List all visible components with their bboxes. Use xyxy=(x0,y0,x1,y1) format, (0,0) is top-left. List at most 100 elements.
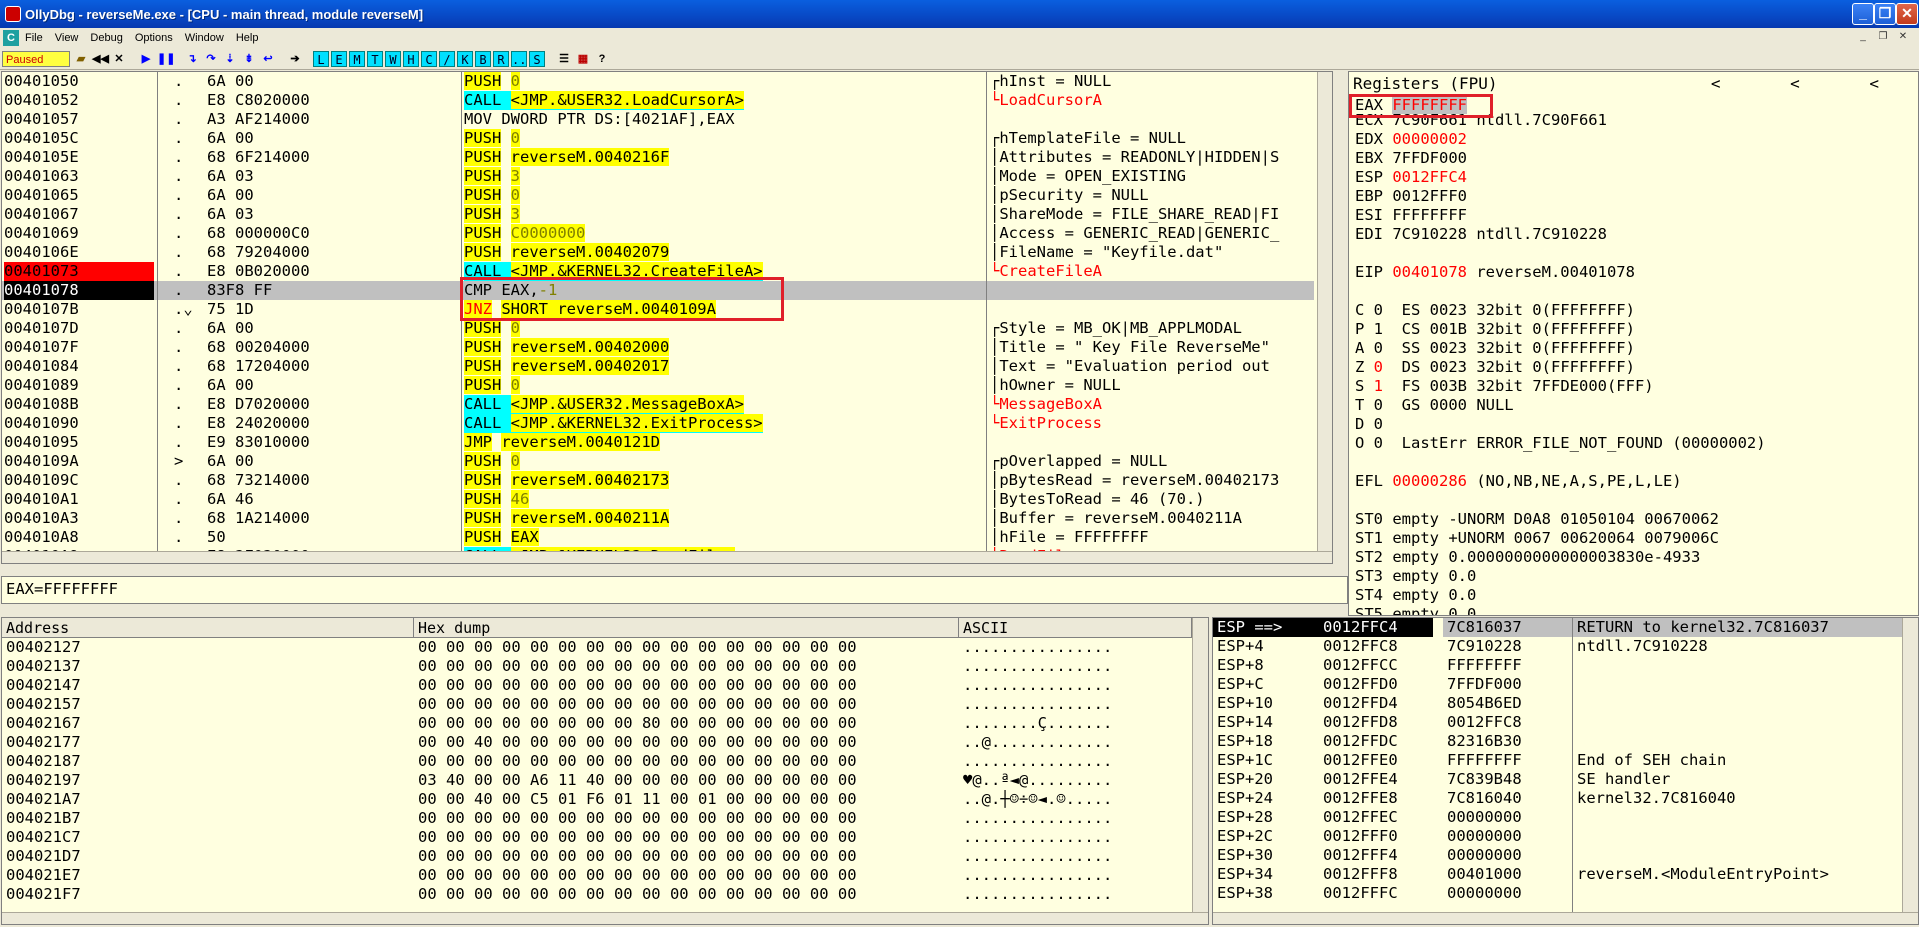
disasm-row[interactable]: 0040105C. 6A 00 PUSH 0 ┌hTemplateFile = NUL… xyxy=(2,129,1314,148)
dump-hex[interactable]: 00 00 40 00 C5 01 F6 01 11 00 01 00 00 0… xyxy=(418,790,857,809)
stack-value[interactable]: 00000000 xyxy=(1443,827,1902,846)
stack-row[interactable]: ESP+14 0012FFD8 0012FFC8 xyxy=(1213,713,1902,732)
memory-button[interactable]: M xyxy=(349,50,365,67)
disasm-row[interactable]: 0040105E. 68 6F214000 PUSH reverseM.004021… xyxy=(2,148,1314,167)
register-line[interactable]: ST4 empty 0.0 xyxy=(1355,586,1766,605)
trace-over-icon[interactable]: ⇟ xyxy=(241,51,257,67)
execute-till-return-icon[interactable]: ↩ xyxy=(260,51,276,67)
mdi-close-icon[interactable]: ✕ xyxy=(1895,30,1911,44)
run-icon[interactable]: ▶ xyxy=(138,51,154,67)
disasm-row[interactable]: 00401090. E8 24020000 CALL <JMP.&KERNEL32.… xyxy=(2,414,1314,433)
stack-row[interactable]: ESP+C 0012FFD0 7FFDF000 xyxy=(1213,675,1902,694)
disasm-address[interactable]: 004010A3 xyxy=(4,509,154,528)
dump-row[interactable]: 00402197 03 40 00 00 A6 11 40 00 00 00 00… xyxy=(2,771,1192,790)
stack-row[interactable]: ESP+2C 0012FFF0 00000000 xyxy=(1213,827,1902,846)
stack-address[interactable]: 0012FFE4 xyxy=(1323,770,1398,789)
stack-address[interactable]: 0012FFDC xyxy=(1323,732,1398,751)
dump-row[interactable]: 00402187 00 00 00 00 00 00 00 00 00 00 00… xyxy=(2,752,1192,771)
disasm-address[interactable]: 0040107F xyxy=(4,338,154,357)
register-line[interactable]: ESP 0012FFC4 xyxy=(1355,168,1766,187)
source-button[interactable]: S xyxy=(529,50,545,67)
pause-icon[interactable]: ❚❚ xyxy=(157,51,175,67)
stack-row[interactable]: ESP+38 0012FFFC 00000000 xyxy=(1213,884,1902,903)
stack-pane[interactable]: ESP ==> 0012FFC4 7C816037 RETURN to kernel3… xyxy=(1212,617,1919,925)
dump-address[interactable]: 004021F7 xyxy=(6,885,81,904)
help-icon[interactable]: ? xyxy=(594,51,610,67)
disasm-address[interactable]: 00401073 xyxy=(4,262,154,281)
disasm-address[interactable]: 0040105E xyxy=(4,148,154,167)
dump-row[interactable]: 00402147 00 00 00 00 00 00 00 00 00 00 00… xyxy=(2,676,1192,695)
disasm-address[interactable]: 0040109A xyxy=(4,452,154,471)
register-view-arrows[interactable]: < < < xyxy=(1711,74,1909,93)
patches-button[interactable]: / xyxy=(439,50,455,67)
dump-row[interactable]: 004021F7 00 00 00 00 00 00 00 00 00 00 00… xyxy=(2,885,1192,904)
disasm-row[interactable]: 004010A1. 6A 46 PUSH 46 │BytesToRead = 46 (… xyxy=(2,490,1314,509)
disasm-address[interactable]: 004010A8 xyxy=(4,528,154,547)
dump-row[interactable]: 00402157 00 00 00 00 00 00 00 00 00 00 00… xyxy=(2,695,1192,714)
dump-address[interactable]: 004021B7 xyxy=(6,809,81,828)
menu-view[interactable]: View xyxy=(55,32,79,44)
disasm-row[interactable]: 00401084. 68 17204000 PUSH reverseM.004020… xyxy=(2,357,1314,376)
list-icon[interactable]: ☰ xyxy=(556,51,572,67)
disasm-address[interactable]: 00401063 xyxy=(4,167,154,186)
menu-debug[interactable]: Debug xyxy=(90,32,122,44)
register-line[interactable]: EDI 7C910228 ntdll.7C910228 xyxy=(1355,225,1766,244)
stack-address[interactable]: 0012FFF0 xyxy=(1323,827,1398,846)
dump-ascii[interactable]: ..@.┼☺÷☺◄.☺..... xyxy=(963,790,1112,809)
stack-row[interactable]: ESP ==> 0012FFC4 7C816037 RETURN to kernel3… xyxy=(1213,618,1902,637)
dump-ascii[interactable]: ................ xyxy=(963,809,1112,828)
threads-button[interactable]: T xyxy=(367,50,383,67)
dump-address[interactable]: 00402147 xyxy=(6,676,81,695)
stack-address[interactable]: 0012FFF4 xyxy=(1323,846,1398,865)
disasm-address[interactable]: 00401067 xyxy=(4,205,154,224)
disasm-address[interactable]: 0040105C xyxy=(4,129,154,148)
dump-hex[interactable]: 00 00 00 00 00 00 00 00 00 00 00 00 00 0… xyxy=(418,752,857,771)
register-line[interactable]: O 0 LastErr ERROR_FILE_NOT_FOUND (000000… xyxy=(1355,434,1766,453)
register-line[interactable]: C 0 ES 0023 32bit 0(FFFFFFFF) xyxy=(1355,301,1766,320)
stack-row[interactable]: ESP+4 0012FFC8 7C910228 ntdll.7C910228 xyxy=(1213,637,1902,656)
stack-address[interactable]: 0012FFE0 xyxy=(1323,751,1398,770)
dump-ascii[interactable]: ♥@..ª◄@......... xyxy=(963,771,1112,790)
dump-ascii[interactable]: ................ xyxy=(963,866,1112,885)
dump-row[interactable]: 00402177 00 00 40 00 00 00 00 00 00 00 00… xyxy=(2,733,1192,752)
log-window-button[interactable]: L xyxy=(313,50,329,67)
references-button[interactable]: R xyxy=(493,50,509,67)
disassembly-horizontal-scrollbar[interactable] xyxy=(2,551,1332,563)
disasm-row[interactable]: 00401065. 6A 00 PUSH 0 │pSecurity = NULL xyxy=(2,186,1314,205)
disasm-address[interactable]: 00401090 xyxy=(4,414,154,433)
disasm-row[interactable]: 00401050. 6A 00 PUSH 0 ┌hInst = NULL xyxy=(2,72,1314,91)
dump-row[interactable]: 004021B7 00 00 00 00 00 00 00 00 00 00 00… xyxy=(2,809,1192,828)
dump-address[interactable]: 00402157 xyxy=(6,695,81,714)
stack-row[interactable]: ESP+8 0012FFCC FFFFFFFF xyxy=(1213,656,1902,675)
register-line[interactable]: EBX 7FFDF000 xyxy=(1355,149,1766,168)
disasm-address[interactable]: 00401057 xyxy=(4,110,154,129)
stack-vertical-scrollbar[interactable] xyxy=(1902,618,1918,912)
mdi-minimize-icon[interactable]: _ xyxy=(1855,30,1871,44)
disasm-row[interactable]: 0040108B. E8 D7020000 CALL <JMP.&USER32.Me… xyxy=(2,395,1314,414)
mdi-restore-icon[interactable]: ❐ xyxy=(1875,30,1891,44)
disasm-row[interactable]: 00401069. 68 000000C0 PUSH C0000000 │Access… xyxy=(2,224,1314,243)
dump-address[interactable]: 00402197 xyxy=(6,771,81,790)
dump-hex[interactable]: 00 00 00 00 00 00 00 00 00 00 00 00 00 0… xyxy=(418,657,857,676)
disasm-row[interactable]: 00401095. E9 83010000 JMP reverseM.0040121… xyxy=(2,433,1314,452)
dump-vertical-scrollbar[interactable] xyxy=(1192,618,1208,912)
dump-hex[interactable]: 00 00 00 00 00 00 00 00 00 00 00 00 00 0… xyxy=(418,828,857,847)
stack-value[interactable]: 00000000 xyxy=(1443,846,1902,865)
stack-address[interactable]: 0012FFC8 xyxy=(1323,637,1398,656)
dump-hex[interactable]: 00 00 00 00 00 00 00 00 00 00 00 00 00 0… xyxy=(418,676,857,695)
dump-address[interactable]: 004021D7 xyxy=(6,847,81,866)
register-line[interactable]: ST3 empty 0.0 xyxy=(1355,567,1766,586)
disasm-row[interactable]: 004010A8. 50 PUSH EAX │hFile = FFFFFFFF xyxy=(2,528,1314,547)
stack-value[interactable]: 00000000 xyxy=(1443,808,1902,827)
dump-hex[interactable]: 03 40 00 00 A6 11 40 00 00 00 00 00 00 0… xyxy=(418,771,857,790)
disasm-address[interactable]: 004010A1 xyxy=(4,490,154,509)
stack-address[interactable]: 0012FFE8 xyxy=(1323,789,1398,808)
register-line[interactable]: EBP 0012FFF0 xyxy=(1355,187,1766,206)
disasm-row[interactable]: 00401057. A3 AF214000 MOV DWORD PTR DS:[40… xyxy=(2,110,1314,129)
dump-hex[interactable]: 00 00 00 00 00 00 00 00 00 00 00 00 00 0… xyxy=(418,866,857,885)
dump-hex[interactable]: 00 00 00 00 00 00 00 00 80 00 00 00 00 0… xyxy=(418,714,857,733)
stack-value[interactable]: 82316B30 xyxy=(1443,732,1902,751)
stack-address[interactable]: 0012FFD0 xyxy=(1323,675,1398,694)
disasm-address[interactable]: 00401052 xyxy=(4,91,154,110)
dump-row[interactable]: 004021D7 00 00 00 00 00 00 00 00 00 00 00… xyxy=(2,847,1192,866)
